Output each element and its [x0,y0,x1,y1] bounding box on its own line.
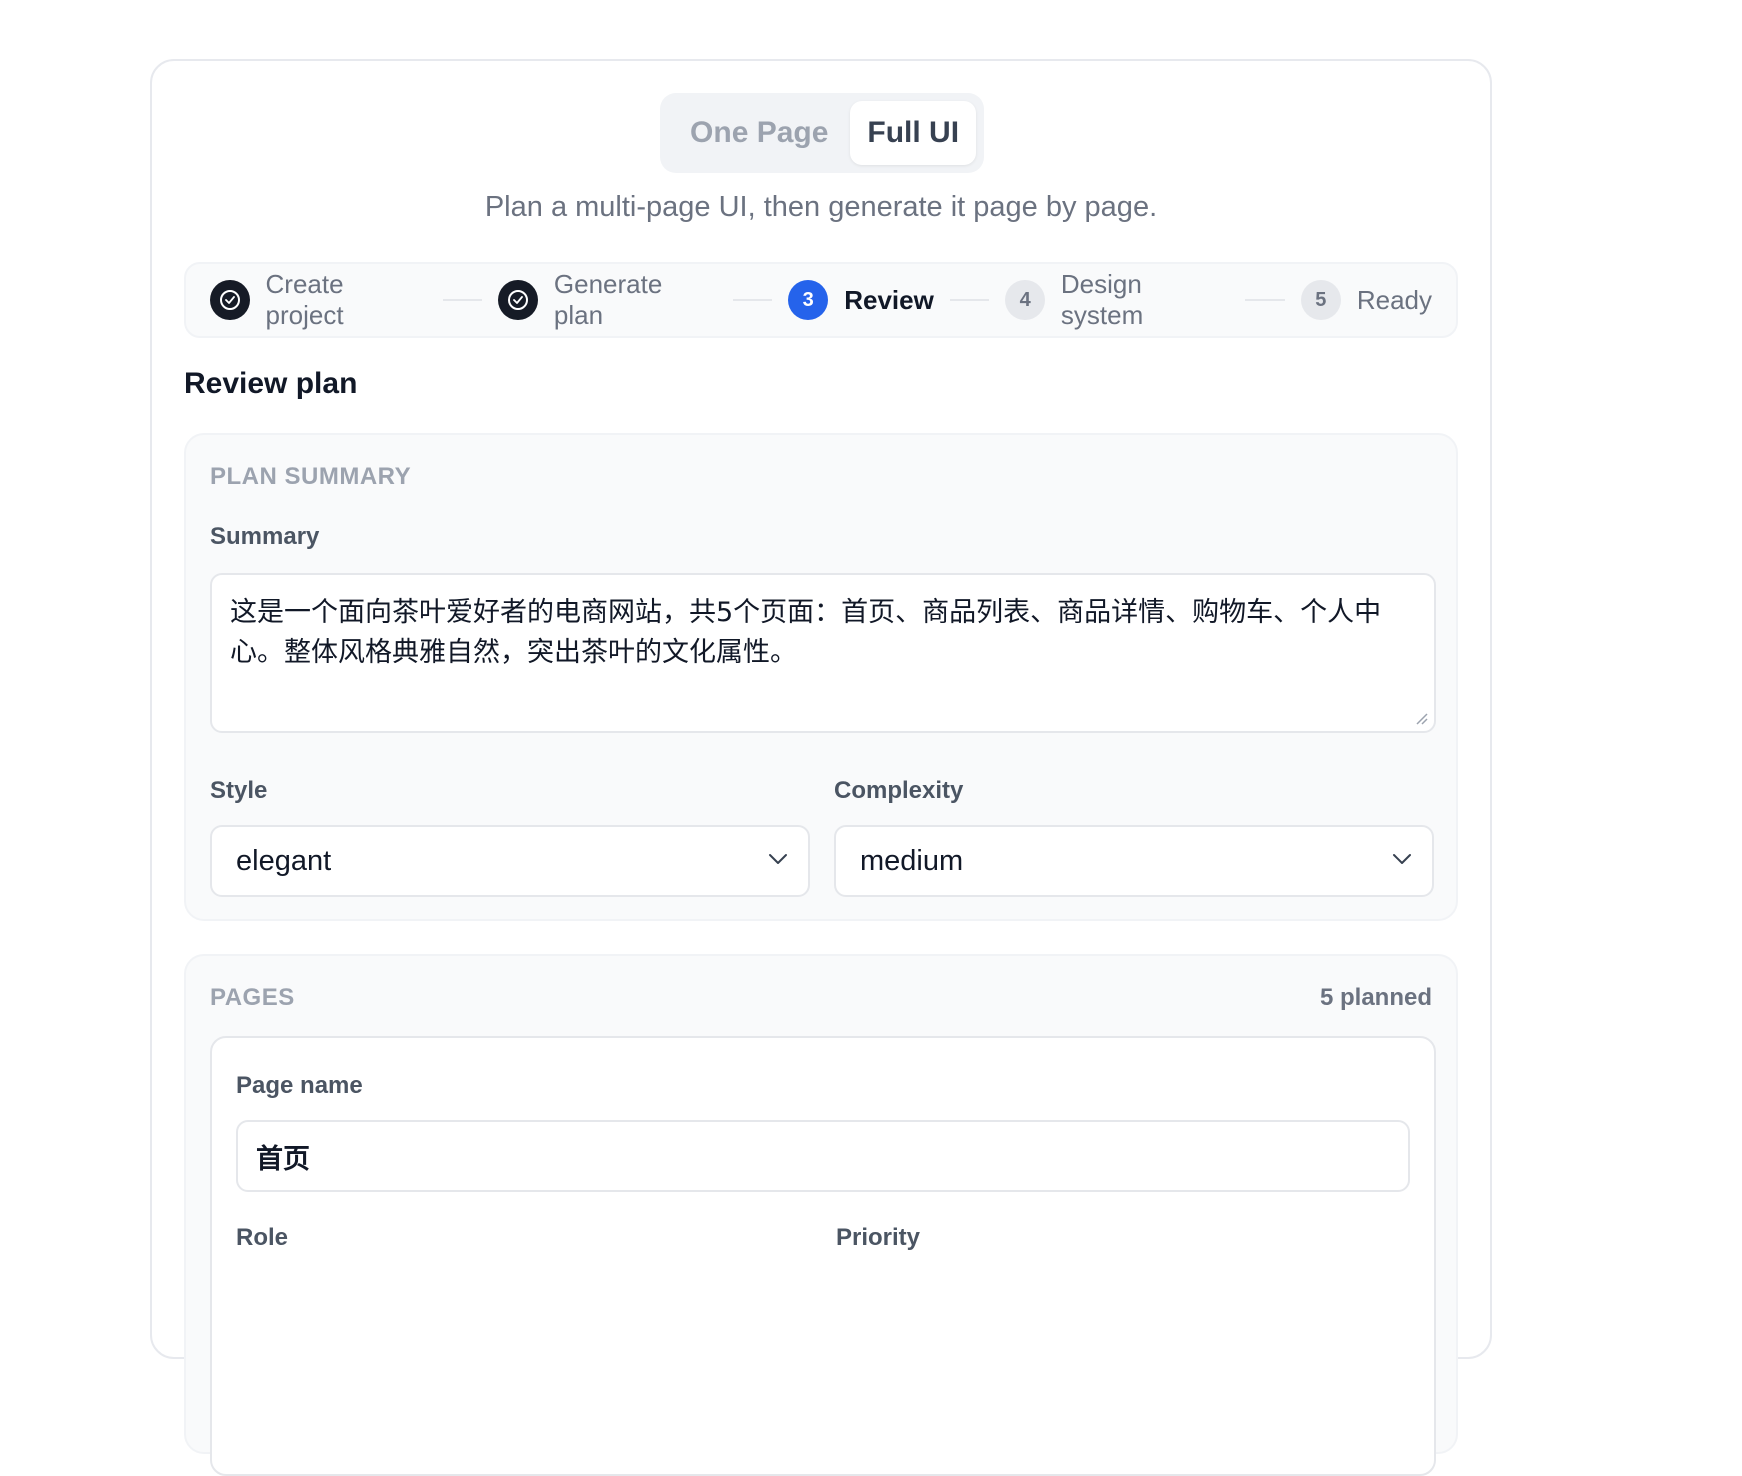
plan-card: One Page Full UI Plan a multi-page UI, t… [150,59,1492,1476]
priority-label: Priority [836,1224,921,1251]
step-ready: 5 Ready [1300,280,1433,320]
page-name-input[interactable]: 首页 [236,1120,1410,1192]
page-name-label: Page name [236,1072,363,1099]
pages-count: 5 planned [1319,984,1432,1011]
step-label: Ready [1356,284,1433,315]
summary-text: 这是一个面向茶叶爱好者的电商网站，共5个页面：首页、商品列表、商品详情、购物车、… [230,597,1382,668]
step-done-icon [210,280,250,320]
complexity-label: Complexity [834,777,964,804]
role-label: Role [236,1224,289,1251]
step-generate-plan: Generate plan [498,269,716,331]
step-label: Create project [265,269,344,330]
full-ui-tab[interactable]: Full UI [850,101,976,165]
section-title: Review plan [184,367,358,400]
page-name-value: 首页 [256,1143,310,1175]
check-icon [508,290,529,310]
chevron-down-icon [1393,854,1411,864]
one-page-tab[interactable]: One Page [668,101,850,165]
step-connector [1245,299,1285,301]
step-number: 5 [1300,280,1341,320]
step-number: 3 [788,280,829,320]
summary-label: Summary [210,523,320,550]
style-select[interactable]: elegant [210,825,810,897]
resize-handle-icon[interactable] [1414,711,1428,725]
page-subtitle: Plan a multi-page UI, then generate it p… [484,191,1158,223]
step-create-project: Create project [210,269,427,331]
step-review: 3 Review [788,280,934,320]
step-label: Generate plan [553,269,663,330]
panel-heading: PLAN SUMMARY [210,463,412,490]
step-design-system: 4 Design system [1005,269,1229,331]
step-done-icon [498,280,538,320]
plan-summary-panel: PLAN SUMMARY Summary 这是一个面向茶叶爱好者的电商网站，共5… [184,433,1458,921]
step-number: 4 [1005,280,1045,320]
step-label: Design system [1060,269,1144,330]
check-icon [219,290,240,310]
step-connector [442,299,483,301]
summary-textarea[interactable]: 这是一个面向茶叶爱好者的电商网站，共5个页面：首页、商品列表、商品详情、购物车、… [210,573,1436,733]
panel-heading: PAGES [210,984,295,1011]
pages-panel: PAGES 5 planned Page name 首页 Role Priori… [184,954,1458,1476]
step-label: Review [844,284,934,315]
step-connector [949,299,990,301]
mode-toggle: One Page Full UI [660,93,984,173]
style-select-value: elegant [236,844,332,877]
complexity-select[interactable]: medium [834,825,1434,897]
complexity-select-value: medium [860,844,964,877]
style-label: Style [210,777,268,804]
chevron-down-icon [769,854,787,864]
step-connector [732,299,773,301]
page-card: Page name 首页 Role Priority [210,1036,1436,1476]
progress-stepper: Create project Generate plan 3 Review 4 … [184,262,1458,338]
